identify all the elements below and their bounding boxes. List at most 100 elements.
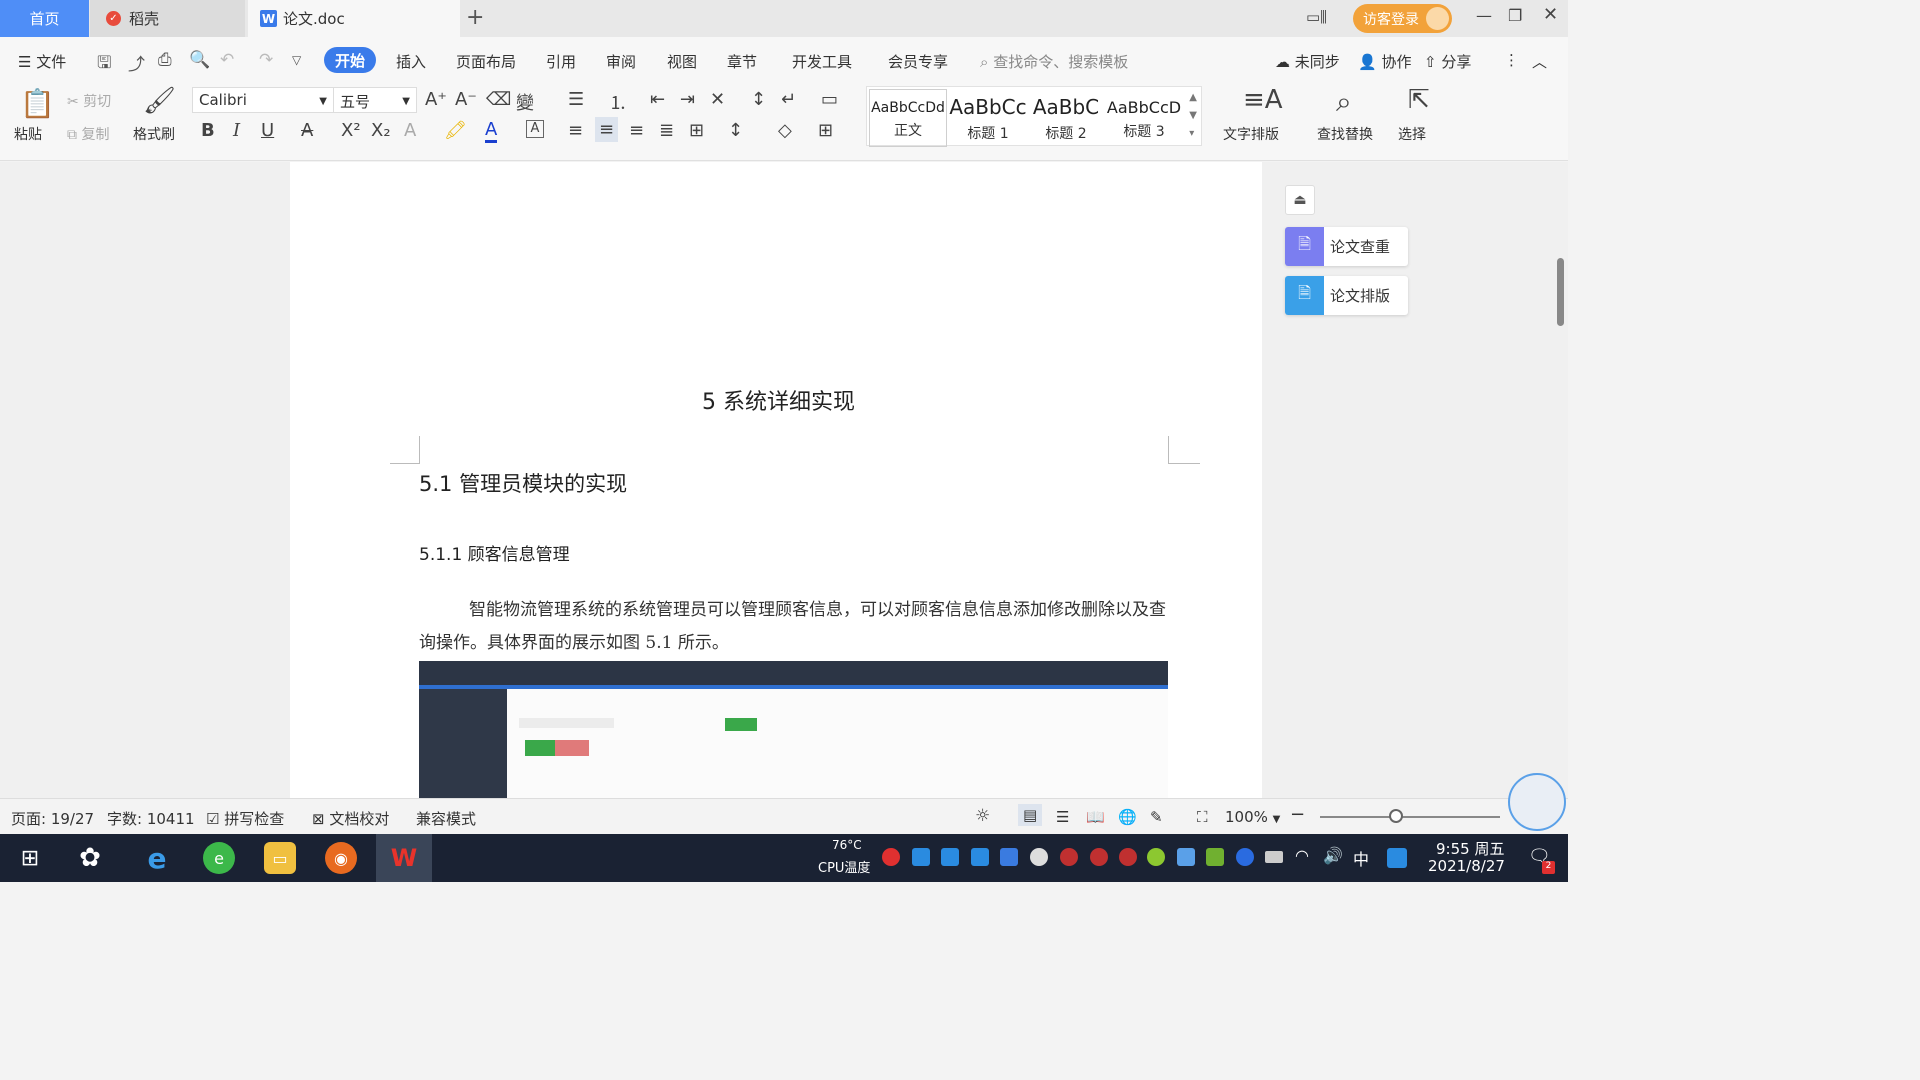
- windows-start-icon[interactable]: ⊞: [14, 842, 46, 874]
- ime-indicator[interactable]: 中: [1353, 846, 1369, 870]
- format-painter-button[interactable]: 格式刷: [133, 124, 175, 144]
- browser-360-icon[interactable]: e: [203, 842, 235, 874]
- font-name-select[interactable]: Calibri ▼: [192, 87, 334, 113]
- save-icon[interactable]: 🖫: [97, 50, 111, 79]
- text-effect-icon[interactable]: A: [404, 120, 416, 141]
- undo-icon[interactable]: ↶: [220, 50, 234, 70]
- tab-document[interactable]: W 论文.doc: [248, 0, 460, 37]
- underline-icon[interactable]: U: [261, 120, 274, 141]
- app-fan-icon[interactable]: ✿: [74, 842, 106, 874]
- tray-app-icon[interactable]: [1177, 848, 1195, 866]
- grow-font-icon[interactable]: A⁺: [425, 89, 447, 110]
- distribute-icon[interactable]: ⊞: [689, 120, 704, 141]
- zoom-out-icon[interactable]: −: [1290, 804, 1305, 825]
- format-painter-icon[interactable]: 🖌: [143, 86, 176, 116]
- chinese-layout-icon[interactable]: ✕: [710, 89, 725, 110]
- decrease-indent-icon[interactable]: ⇤: [650, 89, 665, 110]
- spell-check-button[interactable]: ☑ 拼写检查: [206, 808, 284, 829]
- clock-time[interactable]: 9:55 周五: [1436, 838, 1504, 859]
- bold-icon[interactable]: B: [201, 120, 215, 141]
- qq-icon[interactable]: [1090, 848, 1108, 866]
- tray-app-icon[interactable]: [912, 848, 930, 866]
- align-left-icon[interactable]: ≡: [568, 120, 583, 141]
- align-right-icon[interactable]: ≡: [629, 120, 644, 141]
- tray-app-icon[interactable]: [941, 848, 959, 866]
- tab-home[interactable]: 首页: [0, 0, 89, 37]
- cut-button[interactable]: ✂ 剪切: [67, 91, 111, 111]
- more-icon[interactable]: ⋮: [1504, 51, 1519, 69]
- text-layout-button[interactable]: 文字排版: [1223, 124, 1279, 144]
- web-view-icon[interactable]: 🌐: [1118, 808, 1137, 826]
- scrollbar-thumb[interactable]: [1557, 258, 1564, 326]
- app-avatar-icon[interactable]: ◉: [325, 842, 357, 874]
- collapse-ribbon-icon[interactable]: ︿: [1532, 51, 1547, 72]
- show-marks-icon[interactable]: ↵: [781, 89, 796, 110]
- menu-start[interactable]: 开始: [324, 47, 376, 73]
- bullet-list-icon[interactable]: ☰: [568, 89, 584, 110]
- style-heading-1[interactable]: AaBbCc 标题 1: [949, 89, 1027, 147]
- pen-icon[interactable]: ✎: [1150, 808, 1163, 826]
- customize-toolbar-icon[interactable]: ▽: [292, 53, 301, 67]
- font-color-icon[interactable]: A: [485, 120, 498, 143]
- strikethrough-icon[interactable]: A: [301, 120, 313, 141]
- gallery-scroll-icon[interactable]: ▲ ▼ ▾: [1189, 89, 1197, 143]
- proofread-button[interactable]: ⊠ 文档校对: [312, 808, 389, 829]
- clock-date[interactable]: 2021/8/27: [1428, 857, 1505, 875]
- qq-icon[interactable]: [1119, 848, 1137, 866]
- document-page[interactable]: 5 系统详细实现 5.1 管理员模块的实现 5.1.1 顾客信息管理 智能物流管…: [290, 162, 1262, 798]
- char-border-icon[interactable]: A: [526, 120, 544, 138]
- close-icon[interactable]: ✕: [1543, 4, 1558, 25]
- superscript-icon[interactable]: X²: [341, 120, 361, 141]
- page-indicator[interactable]: 页面: 19/27: [11, 808, 94, 829]
- command-search[interactable]: ⌕ 查找命令、搜索模板: [980, 51, 1128, 72]
- menu-chapter[interactable]: 章节: [727, 51, 757, 72]
- align-center-icon[interactable]: ≡: [595, 117, 619, 142]
- tab-daoke[interactable]: ✓ 稻壳: [90, 0, 245, 37]
- style-normal[interactable]: AaBbCcDd 正文: [869, 89, 947, 147]
- menu-references[interactable]: 引用: [546, 51, 576, 72]
- guest-login-button[interactable]: 访客登录: [1353, 4, 1452, 33]
- style-heading-3[interactable]: AaBbCcD 标题 3: [1105, 89, 1183, 147]
- menu-member[interactable]: 会员专享: [888, 51, 948, 72]
- page-view-icon[interactable]: ▤: [1018, 804, 1043, 826]
- italic-icon[interactable]: I: [233, 120, 240, 141]
- restore-icon[interactable]: ❐: [1508, 6, 1522, 25]
- file-explorer-icon[interactable]: ▭: [264, 842, 296, 874]
- paper-layout-button[interactable]: 🗎 论文排版: [1285, 276, 1408, 315]
- increase-indent-icon[interactable]: ⇥: [680, 89, 695, 110]
- shrink-font-icon[interactable]: A⁻: [455, 89, 477, 110]
- paper-check-button[interactable]: 🗎 论文查重: [1285, 227, 1408, 266]
- line-spacing-icon[interactable]: ↕: [728, 120, 743, 141]
- highlight-icon[interactable]: 🖍: [444, 120, 467, 141]
- eye-protect-icon[interactable]: ☼: [975, 806, 990, 826]
- paste-icon[interactable]: 📋: [20, 87, 55, 120]
- layout-toggle-icon[interactable]: ▭⫼: [1306, 8, 1327, 26]
- export-icon[interactable]: ⤴: [128, 50, 145, 75]
- file-menu[interactable]: ☰ 文件: [18, 51, 66, 72]
- zoom-slider[interactable]: [1320, 816, 1500, 818]
- menu-developer[interactable]: 开发工具: [792, 51, 852, 72]
- redo-icon[interactable]: ↷: [259, 50, 273, 70]
- menu-review[interactable]: 审阅: [606, 51, 636, 72]
- clear-format-icon[interactable]: ⌫: [486, 89, 511, 110]
- zoom-slider-knob[interactable]: [1388, 809, 1403, 823]
- select-cursor-icon[interactable]: ⇱: [1408, 85, 1430, 115]
- find-replace-button[interactable]: 查找替换: [1317, 124, 1373, 144]
- menu-insert[interactable]: 插入: [396, 51, 426, 72]
- new-tab-button[interactable]: +: [466, 5, 484, 30]
- justify-icon[interactable]: ≣: [659, 120, 674, 141]
- volume-icon[interactable]: 🔊: [1323, 846, 1343, 865]
- bell-icon[interactable]: [1030, 848, 1048, 866]
- tray-app-icon[interactable]: [971, 848, 989, 866]
- share-button[interactable]: ⇧ 分享: [1424, 51, 1471, 72]
- shading-icon[interactable]: ◇: [778, 120, 792, 141]
- phonetic-guide-icon[interactable]: 變: [516, 89, 534, 115]
- zoom-select[interactable]: 100% ▼: [1225, 808, 1280, 826]
- text-layout-icon[interactable]: ≡A: [1243, 85, 1283, 115]
- floating-assistant[interactable]: [1508, 773, 1566, 831]
- tab-ruler-icon[interactable]: ▭: [821, 89, 838, 110]
- tray-app-icon[interactable]: [1387, 848, 1407, 868]
- tray-app-icon[interactable]: [1147, 848, 1165, 866]
- minimize-icon[interactable]: —: [1476, 6, 1492, 25]
- sort-icon[interactable]: ↕: [751, 89, 766, 110]
